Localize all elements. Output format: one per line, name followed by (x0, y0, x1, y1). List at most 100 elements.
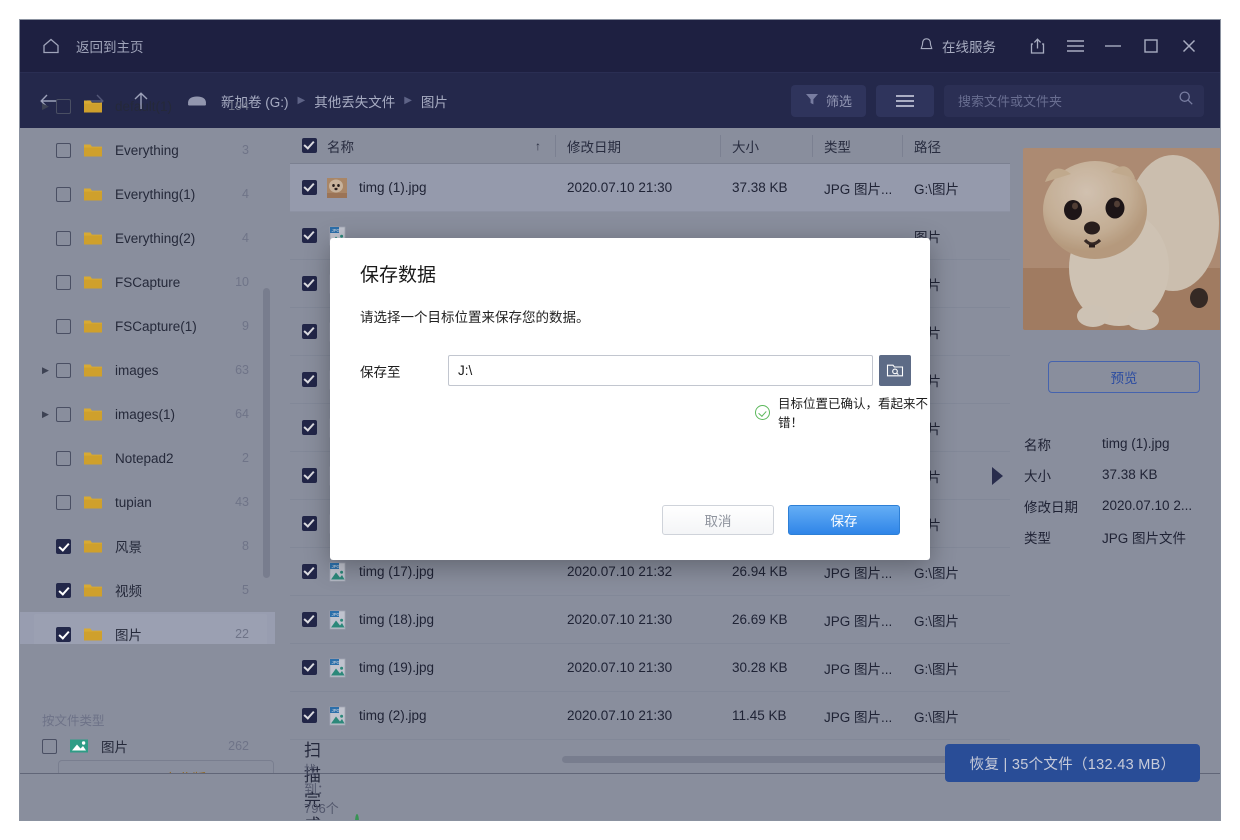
folder-checkbox[interactable] (56, 495, 71, 510)
scan-status-subtitle: 找到：796个文件，1.51 GB (304, 760, 359, 820)
sort-ascending-icon[interactable]: ↑ (535, 139, 541, 153)
scan-status-subtitle-text: 找到：796个文件，1.51 GB (304, 760, 343, 820)
sidebar-folder-item[interactable]: ▶images63 (20, 348, 275, 392)
cancel-button[interactable]: 取消 (662, 505, 774, 535)
search-icon[interactable] (1178, 90, 1194, 111)
expand-arrow-icon[interactable]: ▶ (42, 409, 56, 420)
sidebar-folder-item[interactable]: ▶图片22 (20, 612, 275, 644)
sidebar-folder-item[interactable]: ▶风景8 (20, 524, 275, 568)
table-row[interactable]: JPGtimg (2).jpg2020.07.10 21:3011.45 KBJ… (290, 692, 1010, 740)
cell-date: 2020.07.10 21:30 (555, 660, 720, 675)
cell-name[interactable]: timg (1).jpg (290, 178, 555, 198)
folder-label: Everything(1) (115, 187, 242, 202)
online-service-button[interactable]: 在线服务 (919, 36, 996, 56)
folder-checkbox[interactable] (56, 363, 71, 378)
row-checkbox[interactable] (302, 612, 317, 627)
breadcrumb-item-2[interactable]: 图片 (421, 91, 448, 111)
filter-button[interactable]: 筛选 (791, 85, 866, 117)
row-checkbox[interactable] (302, 180, 317, 195)
folder-search-icon[interactable] (879, 355, 911, 386)
folder-icon (83, 362, 103, 378)
sidebar-folder-item[interactable]: ▶Notepad22 (20, 436, 275, 480)
sidebar-folder-item[interactable]: ▶Everything3 (20, 128, 275, 172)
folder-checkbox[interactable] (56, 231, 71, 246)
share-icon[interactable] (1018, 20, 1056, 72)
folder-checkbox[interactable] (56, 407, 71, 422)
column-header-date-label: 修改日期 (567, 136, 621, 156)
column-header-size[interactable]: 大小 (720, 128, 812, 164)
folder-checkbox[interactable] (56, 627, 71, 642)
sidebar-folder-item[interactable]: ▶Everything(2)4 (20, 216, 275, 260)
cell-path: G:\图片 (902, 658, 1010, 678)
close-icon[interactable] (1170, 20, 1208, 72)
folder-checkbox[interactable] (56, 187, 71, 202)
folder-checkbox[interactable] (56, 539, 71, 554)
folder-checkbox[interactable] (56, 143, 71, 158)
select-all-checkbox[interactable] (302, 138, 317, 153)
expand-arrow-icon[interactable]: ▶ (42, 365, 56, 376)
cell-name[interactable]: JPGtimg (18).jpg (290, 610, 555, 630)
row-checkbox[interactable] (302, 516, 317, 531)
save-button[interactable]: 保存 (788, 505, 900, 535)
table-row[interactable]: timg (1).jpg2020.07.10 21:3037.38 KBJPG … (290, 164, 1010, 212)
column-header-date[interactable]: 修改日期 (555, 128, 720, 164)
folder-count: 5 (242, 583, 249, 597)
sidebar-folder-item[interactable]: ▶tupian43 (20, 480, 275, 524)
table-row[interactable]: JPGtimg (19).jpg2020.07.10 21:3030.28 KB… (290, 644, 1010, 692)
maximize-icon[interactable] (1132, 20, 1170, 72)
filetype-checkbox[interactable] (42, 739, 57, 754)
folder-checkbox[interactable] (56, 275, 71, 290)
navbar-right-controls: 筛选 搜索文件或文件夹 (791, 85, 1204, 117)
path-validation-text: 目标位置已确认，看起来不错！ (778, 393, 930, 431)
cell-name[interactable]: JPGtimg (19).jpg (290, 658, 555, 678)
expand-arrow-icon[interactable]: ▶ (42, 101, 56, 112)
cell-name[interactable]: JPGtimg (17).jpg (290, 562, 555, 582)
folder-checkbox[interactable] (56, 583, 71, 598)
save-path-input[interactable]: J:\ (448, 355, 873, 386)
table-row[interactable]: JPGtimg (18).jpg2020.07.10 21:3026.69 KB… (290, 596, 1010, 644)
save-path-field-group: 保存至 J:\ (360, 355, 911, 386)
list-view-icon[interactable] (876, 85, 934, 117)
folder-label: images(1) (115, 407, 235, 422)
hamburger-menu-icon[interactable] (1056, 20, 1094, 72)
minimize-icon[interactable] (1094, 20, 1132, 72)
sidebar-folder-item[interactable]: ▶default(1)194 (20, 84, 275, 128)
preview-button[interactable]: 预览 (1048, 361, 1200, 393)
home-icon[interactable] (40, 35, 62, 57)
folder-checkbox[interactable] (56, 319, 71, 334)
sidebar-folder-item[interactable]: ▶FSCapture(1)9 (20, 304, 275, 348)
row-checkbox[interactable] (302, 228, 317, 243)
sidebar-scrollbar[interactable] (263, 288, 270, 578)
breadcrumb-item-1[interactable]: 其他丢失文件 (314, 91, 395, 111)
sidebar-folder-item[interactable]: ▶images(1)64 (20, 392, 275, 436)
recover-button[interactable]: 恢复 | 35个文件（132.43 MB） (945, 744, 1200, 782)
column-header-path[interactable]: 路径 (902, 128, 1010, 164)
folder-count: 194 (228, 99, 249, 113)
row-checkbox[interactable] (302, 708, 317, 723)
cell-name[interactable]: JPGtimg (2).jpg (290, 706, 555, 726)
search-input[interactable]: 搜索文件或文件夹 (944, 85, 1204, 117)
folder-count: 4 (242, 231, 249, 245)
row-checkbox[interactable] (302, 324, 317, 339)
folder-checkbox[interactable] (56, 99, 71, 114)
home-label[interactable]: 返回到主页 (76, 36, 144, 56)
collapse-panel-arrow-icon[interactable] (992, 467, 1003, 485)
row-checkbox[interactable] (302, 468, 317, 483)
column-header-type[interactable]: 类型 (812, 128, 902, 164)
row-checkbox[interactable] (302, 276, 317, 291)
column-header-name[interactable]: 名称 ↑ (290, 128, 555, 164)
folder-label: 风景 (115, 536, 242, 556)
svg-text:JPG: JPG (332, 564, 340, 569)
sidebar-folder-item[interactable]: ▶视频5 (20, 568, 275, 612)
row-checkbox[interactable] (302, 564, 317, 579)
row-checkbox[interactable] (302, 420, 317, 435)
cell-type: JPG 图片... (812, 658, 902, 678)
folder-count: 8 (242, 539, 249, 553)
preview-meta-row: 名称timg (1).jpg (1024, 428, 1220, 459)
cell-type: JPG 图片... (812, 706, 902, 726)
sidebar-folder-item[interactable]: ▶FSCapture10 (20, 260, 275, 304)
row-checkbox[interactable] (302, 372, 317, 387)
folder-checkbox[interactable] (56, 451, 71, 466)
row-checkbox[interactable] (302, 660, 317, 675)
sidebar-folder-item[interactable]: ▶Everything(1)4 (20, 172, 275, 216)
